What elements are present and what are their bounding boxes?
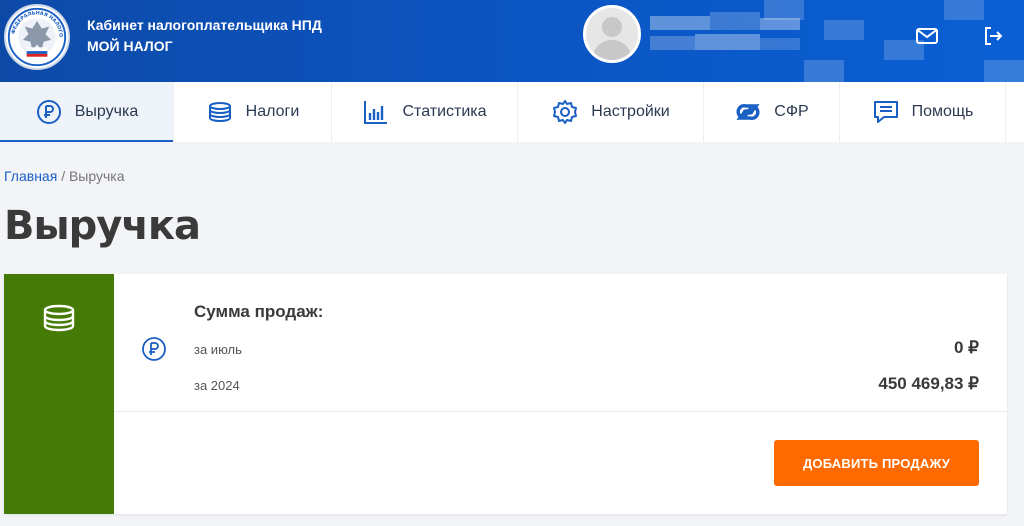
gear-icon [551, 98, 579, 126]
user-avatar-icon [586, 8, 638, 60]
tab-settings-label: Настройки [591, 103, 670, 120]
help-chat-icon [872, 98, 900, 126]
tab-help-label: Помощь [911, 103, 974, 120]
ruble-circle-icon [35, 98, 63, 126]
fns-logo[interactable]: ФЕДЕРАЛЬНАЯ НАЛОГОВАЯ СЛУЖБА [3, 2, 70, 70]
app-title-line1: Кабинет налогоплательщика НПД [87, 17, 322, 33]
sales-summary-card: Сумма продаж: за июль 0 ₽ за 2024 450 46… [4, 274, 1007, 514]
ruble-circle-icon [141, 336, 167, 362]
app-title-line2: МОЙ НАЛОГ [87, 38, 173, 54]
tab-sfr-label: СФР [774, 103, 809, 120]
main-nav: Выручка Налоги Статистика Настройки СФР … [0, 82, 1024, 142]
tab-revenue[interactable]: Выручка [0, 82, 174, 142]
breadcrumb-separator: / [61, 168, 66, 184]
fns-emblem-icon: ФЕДЕРАЛЬНАЯ НАЛОГОВАЯ СЛУЖБА [3, 2, 67, 67]
sales-year-label: за 2024 [194, 378, 240, 393]
page-title: Выручка [4, 203, 201, 249]
tab-taxes-label: Налоги [245, 103, 300, 120]
tab-revenue-label: Выручка [74, 103, 139, 120]
breadcrumb-home-link[interactable]: Главная [4, 168, 57, 184]
coins-stack-icon [206, 98, 234, 126]
app-title: Кабинет налогоплательщика НПД МОЙ НАЛОГ [87, 15, 322, 57]
sales-july-value: 0 ₽ [954, 338, 979, 357]
breadcrumb: Главная / Выручка [4, 168, 125, 184]
card-divider [114, 411, 1007, 412]
coins-stack-icon [42, 304, 76, 334]
tab-statistics-label: Статистика [402, 103, 487, 120]
breadcrumb-current: Выручка [68, 168, 125, 184]
tab-settings[interactable]: Настройки [518, 82, 704, 142]
user-name-redacted [650, 10, 800, 62]
sfr-logo-icon [734, 98, 762, 126]
app-header: ФЕДЕРАЛЬНАЯ НАЛОГОВАЯ СЛУЖБА Кабинет нал… [0, 0, 1024, 82]
tab-help[interactable]: Помощь [840, 82, 1006, 142]
avatar[interactable] [583, 5, 641, 63]
mail-icon[interactable] [914, 23, 940, 49]
add-sale-button[interactable]: ДОБАВИТЬ ПРОДАЖУ [774, 440, 979, 486]
card-side-panel [4, 274, 114, 514]
sales-sum-title: Сумма продаж: [194, 302, 324, 321]
tab-statistics[interactable]: Статистика [332, 82, 518, 142]
logout-icon[interactable] [980, 23, 1006, 49]
tab-sfr[interactable]: СФР [704, 82, 840, 142]
sales-year-value: 450 469,83 ₽ [878, 374, 979, 393]
bar-chart-icon [362, 98, 390, 126]
tab-taxes[interactable]: Налоги [174, 82, 332, 142]
sales-july-label: за июль [194, 342, 242, 357]
